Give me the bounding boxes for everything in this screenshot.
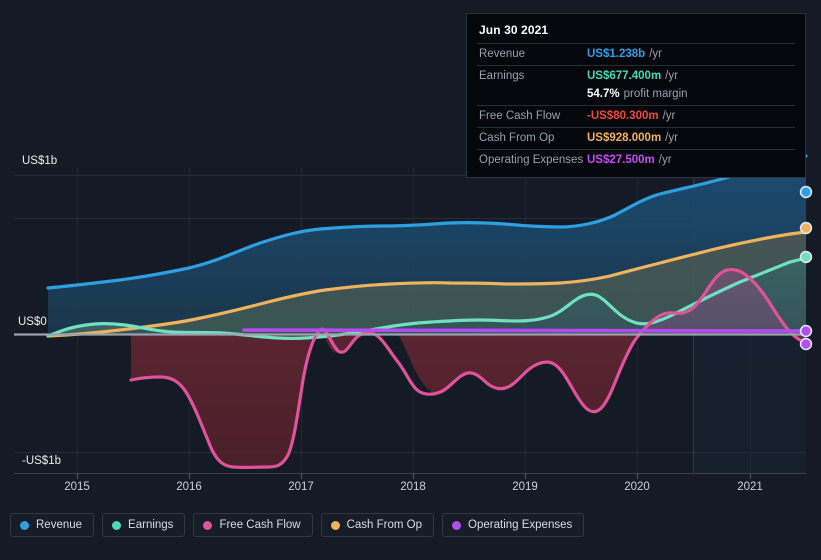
tooltip-label-cash-from-op: Cash From Op [479, 132, 555, 144]
revenue-color-dot [20, 520, 29, 530]
tooltip-row-profit-margin: 54.7% profit margin [477, 87, 795, 105]
marker-cash-from-op [799, 221, 813, 235]
legend-item-earnings[interactable]: Earnings [102, 513, 186, 537]
tooltip-label-earnings: Earnings [479, 70, 525, 82]
free-cash-flow-color-dot [203, 520, 213, 530]
tooltip-row-cash-from-op: Cash From Op US$928.000m /yr [477, 127, 795, 149]
tooltip-value-operating-expenses: US$27.500m [587, 154, 655, 166]
operating-expenses-line [242, 328, 808, 333]
tooltip-value-cash-from-op: US$928.000m [587, 132, 662, 144]
tooltip-row-earnings: Earnings US$677.400m /yr [477, 65, 795, 87]
y-axis-label-top: US$1b [22, 155, 58, 167]
legend-item-cash-from-op[interactable]: Cash From Op [320, 513, 435, 537]
marker-operating-expenses [799, 324, 813, 338]
data-tooltip: Jun 30 2021 Revenue US$1.238b /yr Earnin… [466, 13, 806, 178]
legend-item-operating-expenses[interactable]: Operating Expenses [442, 513, 585, 537]
chart-legend: Revenue Earnings Free Cash Flow Cash Fro… [10, 513, 585, 537]
tooltip-row-operating-expenses: Operating Expenses US$27.500m /yr [477, 149, 795, 171]
x-axis-label-2019: 2019 [512, 481, 538, 493]
x-axis-label-2018: 2018 [400, 481, 426, 493]
legend-label-earnings: Earnings [128, 519, 174, 531]
tooltip-label-operating-expenses: Operating Expenses [479, 154, 584, 166]
tooltip-row-free-cash-flow: Free Cash Flow -US$80.300m /yr [477, 105, 795, 127]
tooltip-row-revenue: Revenue US$1.238b /yr [477, 43, 795, 65]
marker-revenue [799, 185, 813, 199]
financial-chart: US$1b US$0 -US$1b 2015 2016 2017 2018 20… [0, 0, 821, 560]
marker-free-cash-flow [799, 337, 813, 351]
tooltip-unit-earnings: /yr [665, 70, 678, 82]
tooltip-value-revenue: US$1.238b [587, 48, 646, 60]
x-axis-label-2020: 2020 [624, 481, 650, 493]
tooltip-date: Jun 30 2021 [479, 23, 549, 37]
marker-earnings [799, 250, 813, 264]
tooltip-label-free-cash-flow: Free Cash Flow [479, 110, 561, 122]
tooltip-unit-profit-margin: profit margin [623, 88, 688, 100]
x-axis-label-2015: 2015 [64, 481, 90, 493]
tooltip-unit-free-cash-flow: /yr [662, 110, 676, 122]
tooltip-unit-operating-expenses: /yr [658, 154, 672, 166]
tooltip-unit-revenue: /yr [649, 48, 662, 60]
x-axis-label-2017: 2017 [288, 481, 314, 493]
operating-expenses-color-dot [452, 520, 462, 530]
legend-label-cash-from-op: Cash From Op [346, 519, 423, 531]
legend-item-free-cash-flow[interactable]: Free Cash Flow [193, 513, 313, 537]
x-axis-label-2021: 2021 [737, 481, 763, 493]
tooltip-value-earnings: US$677.400m [587, 70, 662, 82]
x-axis-label-2016: 2016 [176, 481, 202, 493]
y-axis-label-bottom: -US$1b [22, 455, 61, 467]
tooltip-unit-cash-from-op: /yr [665, 132, 678, 144]
tooltip-value-profit-margin: 54.7% [587, 88, 620, 100]
tooltip-value-free-cash-flow: -US$80.300m [587, 110, 659, 122]
legend-label-revenue: Revenue [36, 519, 83, 531]
earnings-color-dot [112, 520, 122, 530]
tooltip-label-revenue: Revenue [479, 48, 526, 60]
legend-label-free-cash-flow: Free Cash Flow [219, 519, 301, 531]
legend-item-revenue[interactable]: Revenue [10, 513, 95, 537]
free-cash-flow-negative-area [131, 334, 638, 468]
legend-label-operating-expenses: Operating Expenses [468, 519, 573, 531]
y-axis-label-zero: US$0 [18, 316, 47, 328]
cash-from-op-color-dot [330, 520, 340, 530]
